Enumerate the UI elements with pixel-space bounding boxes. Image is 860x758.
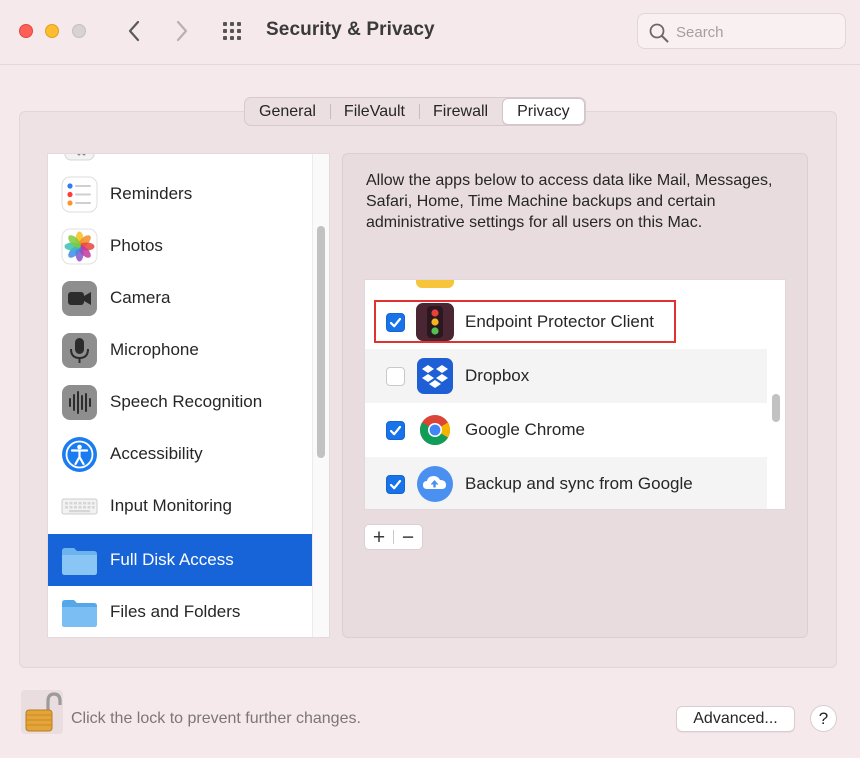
google-backup-icon bbox=[417, 466, 453, 502]
app-row-google-chrome[interactable]: Google Chrome bbox=[365, 403, 767, 457]
tab-bar: General FileVault Firewall Privacy bbox=[244, 97, 586, 126]
sidebar-item-microphone[interactable]: Microphone bbox=[48, 324, 312, 376]
folder-icon bbox=[62, 600, 97, 627]
app-checkbox[interactable] bbox=[386, 475, 405, 494]
app-icon-partial bbox=[416, 280, 454, 288]
sidebar-item-accessibility[interactable]: Accessibility bbox=[48, 428, 312, 480]
title-bar-divider bbox=[0, 64, 860, 65]
tab-firewall[interactable]: Firewall bbox=[418, 98, 502, 125]
search-field[interactable] bbox=[637, 13, 846, 49]
sidebar-item-label: Camera bbox=[110, 288, 171, 307]
window-title: Security & Privacy bbox=[266, 19, 435, 40]
panel-description: Allow the apps below to access data like… bbox=[366, 172, 773, 231]
chevron-right-icon bbox=[176, 20, 188, 42]
sidebar-item-files-and-folders[interactable]: Files and Folders bbox=[48, 586, 312, 637]
sidebar-item-camera[interactable]: Camera bbox=[48, 272, 312, 324]
add-remove-control: + − bbox=[364, 524, 423, 550]
lock-hint-text: Click the lock to prevent further change… bbox=[71, 710, 361, 727]
sidebar-item-label: Photos bbox=[110, 236, 163, 255]
search-icon bbox=[649, 23, 669, 43]
sidebar-item-label: Files and Folders bbox=[110, 602, 241, 621]
app-list[interactable]: Endpoint Protector Client Dropbox Google… bbox=[364, 279, 786, 510]
sidebar-scroll-thumb[interactable] bbox=[317, 226, 325, 458]
app-row-backup-and-sync[interactable]: Backup and sync from Google bbox=[365, 457, 767, 509]
show-all-button[interactable] bbox=[221, 19, 247, 45]
tab-filevault[interactable]: FileVault bbox=[329, 98, 419, 125]
search-input[interactable] bbox=[676, 21, 836, 43]
tab-general[interactable]: General bbox=[245, 98, 330, 125]
privacy-category-list[interactable]: Reminders Photos Camera Microphone Speec… bbox=[47, 153, 330, 638]
title-bar: Security & Privacy bbox=[0, 0, 860, 64]
app-list-scroll-thumb[interactable] bbox=[772, 394, 780, 422]
zoom-window-button[interactable] bbox=[72, 24, 86, 38]
sidebar-item-label: Speech Recognition bbox=[110, 392, 263, 411]
sidebar-item-label: Microphone bbox=[110, 340, 199, 359]
app-label: Dropbox bbox=[465, 366, 530, 385]
endpoint-protector-icon bbox=[416, 303, 454, 341]
folder-icon bbox=[62, 548, 97, 575]
app-row-endpoint-protector[interactable]: Endpoint Protector Client bbox=[365, 295, 767, 349]
lock-button[interactable] bbox=[21, 690, 63, 734]
keyboard-icon bbox=[61, 498, 98, 515]
forward-button[interactable] bbox=[170, 18, 194, 44]
accessibility-icon bbox=[62, 437, 97, 472]
app-checkbox[interactable] bbox=[386, 421, 405, 440]
remove-app-button[interactable]: − bbox=[394, 525, 422, 549]
dropbox-icon bbox=[417, 358, 453, 394]
add-app-button[interactable]: + bbox=[365, 525, 393, 549]
reminders-icon bbox=[61, 176, 98, 213]
sidebar-item-label: Input Monitoring bbox=[110, 496, 232, 515]
sidebar-item-label: Reminders bbox=[110, 184, 193, 203]
sidebar-item-input-monitoring[interactable]: Input Monitoring bbox=[48, 480, 312, 532]
microphone-icon bbox=[62, 333, 97, 368]
tab-privacy[interactable]: Privacy bbox=[502, 98, 585, 125]
app-label: Backup and sync from Google bbox=[465, 474, 693, 493]
checkmark-icon bbox=[389, 425, 402, 436]
sidebar-item-full-disk-access[interactable]: Full Disk Access bbox=[48, 534, 312, 586]
chevron-left-icon bbox=[128, 20, 140, 42]
help-button[interactable]: ? bbox=[810, 705, 837, 732]
sidebar-item-reminders[interactable]: Reminders bbox=[48, 168, 312, 220]
grid-icon bbox=[223, 22, 241, 40]
advanced-button[interactable]: Advanced... bbox=[676, 706, 795, 732]
checkmark-icon bbox=[389, 479, 402, 490]
camera-icon bbox=[62, 281, 97, 316]
sidebar-item-photos[interactable]: Photos bbox=[48, 220, 312, 272]
speech-recognition-icon bbox=[62, 385, 97, 420]
sidebar-item-speech-recognition[interactable]: Speech Recognition bbox=[48, 376, 312, 428]
close-window-button[interactable] bbox=[19, 24, 33, 38]
chrome-icon bbox=[419, 415, 451, 445]
photos-icon bbox=[61, 228, 98, 265]
minimize-window-button[interactable] bbox=[45, 24, 59, 38]
app-row-dropbox[interactable]: Dropbox bbox=[365, 349, 767, 403]
checkmark-icon bbox=[389, 317, 402, 328]
app-checkbox[interactable] bbox=[386, 367, 405, 386]
back-button[interactable] bbox=[122, 18, 146, 44]
contacts-icon bbox=[64, 154, 95, 161]
app-checkbox[interactable] bbox=[386, 313, 405, 332]
app-label: Endpoint Protector Client bbox=[465, 312, 654, 331]
sidebar-item-label: Accessibility bbox=[110, 444, 203, 463]
app-label: Google Chrome bbox=[465, 420, 586, 439]
sidebar-item-label: Full Disk Access bbox=[110, 550, 234, 569]
unlocked-padlock-icon bbox=[21, 690, 63, 734]
